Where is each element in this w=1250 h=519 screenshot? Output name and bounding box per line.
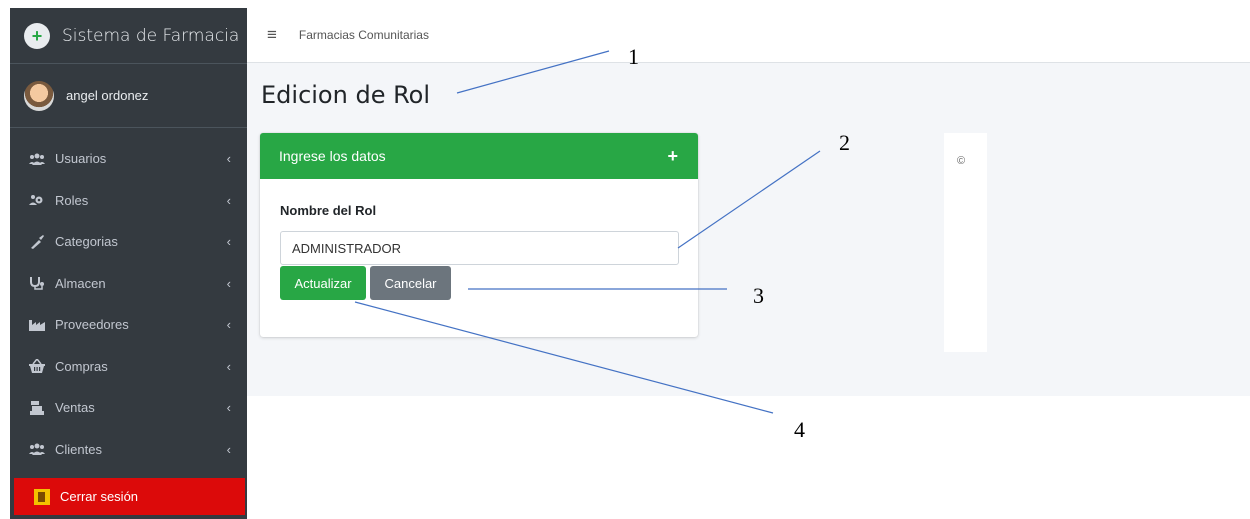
chevron-left-icon: ‹	[226, 151, 231, 167]
edit-role-card: Ingrese los datos + Nombre del Rol Actua…	[260, 133, 698, 337]
sidebar-item-categorias[interactable]: Categorias ‹	[10, 221, 247, 263]
page-title: Edicion de Rol	[261, 81, 431, 109]
pharmacy-logo-icon: +	[24, 22, 50, 49]
sidebar-item-label: Proveedores	[55, 317, 129, 333]
chevron-left-icon: ‹	[226, 192, 231, 208]
role-name-input[interactable]	[280, 231, 679, 265]
door-exit-icon	[34, 488, 50, 505]
sidebar-item-label: Roles	[55, 192, 89, 208]
top-navbar: ≡ Farmacias Comunitarias	[247, 8, 1250, 63]
card-title: Ingrese los datos	[279, 148, 386, 164]
chevron-left-icon: ‹	[226, 358, 231, 374]
copyright: ©	[957, 155, 966, 167]
update-button[interactable]: Actualizar	[280, 266, 366, 300]
chevron-left-icon: ‹	[226, 317, 231, 333]
sidebar-item-label: Usuarios	[55, 151, 107, 167]
plus-icon[interactable]: +	[667, 146, 678, 167]
side-panel: ©	[944, 133, 987, 352]
sidebar-item-roles[interactable]: Roles ‹	[10, 180, 247, 222]
menu-toggle-icon[interactable]: ≡	[267, 25, 277, 45]
annotation-2: 2	[839, 130, 850, 155]
logout-button[interactable]: Cerrar sesión	[14, 478, 245, 515]
annotation-3: 3	[753, 283, 764, 308]
users-icon	[28, 152, 46, 166]
sidebar-item-almacen[interactable]: Almacen ‹	[10, 263, 247, 305]
stethoscope-icon	[28, 276, 46, 290]
cash-register-icon	[28, 400, 46, 415]
sidebar-item-proveedores[interactable]: Proveedores ‹	[10, 304, 247, 346]
sidebar-item-label: Almacen	[55, 275, 106, 291]
sidebar-item-label: Ventas	[55, 400, 95, 416]
brand-name: Sistema de Farmacia	[62, 25, 240, 46]
sidebar-item-clientes[interactable]: Clientes ‹	[10, 429, 247, 471]
user-cog-icon	[28, 193, 46, 207]
syringe-icon	[28, 234, 46, 249]
logout-label: Cerrar sesión	[60, 489, 139, 504]
chevron-left-icon: ‹	[226, 275, 231, 291]
breadcrumb[interactable]: Farmacias Comunitarias	[299, 28, 429, 42]
sidebar-item-label: Clientes	[55, 441, 102, 457]
chevron-left-icon: ‹	[226, 400, 231, 416]
role-name-label: Nombre del Rol	[280, 203, 377, 218]
industry-icon	[28, 318, 46, 332]
annotation-1: 1	[628, 44, 639, 69]
cancel-button[interactable]: Cancelar	[370, 266, 451, 300]
chevron-left-icon: ‹	[226, 441, 231, 457]
main-content: Edicion de Rol Ingrese los datos + Nombr…	[247, 63, 1250, 396]
basket-icon	[28, 359, 46, 374]
card-header: Ingrese los datos +	[260, 133, 698, 179]
sidebar-item-usuarios[interactable]: Usuarios ‹	[10, 138, 247, 180]
users-icon	[28, 442, 46, 456]
chevron-left-icon: ‹	[226, 234, 231, 250]
sidebar-item-label: Categorias	[55, 234, 118, 250]
sidebar-item-label: Compras	[55, 358, 108, 374]
user-panel[interactable]: angel ordonez	[10, 64, 247, 128]
sidebar-item-ventas[interactable]: Ventas ‹	[10, 387, 247, 429]
user-name: angel ordonez	[66, 88, 149, 103]
annotation-4: 4	[794, 417, 805, 442]
sidebar-nav: Usuarios ‹ Roles ‹ Categorias ‹ Almacen …	[10, 128, 247, 470]
sidebar-item-compras[interactable]: Compras ‹	[10, 346, 247, 388]
avatar	[24, 80, 54, 111]
brand-link[interactable]: + Sistema de Farmacia	[10, 8, 247, 64]
sidebar: + Sistema de Farmacia angel ordonez Usua…	[10, 8, 247, 519]
